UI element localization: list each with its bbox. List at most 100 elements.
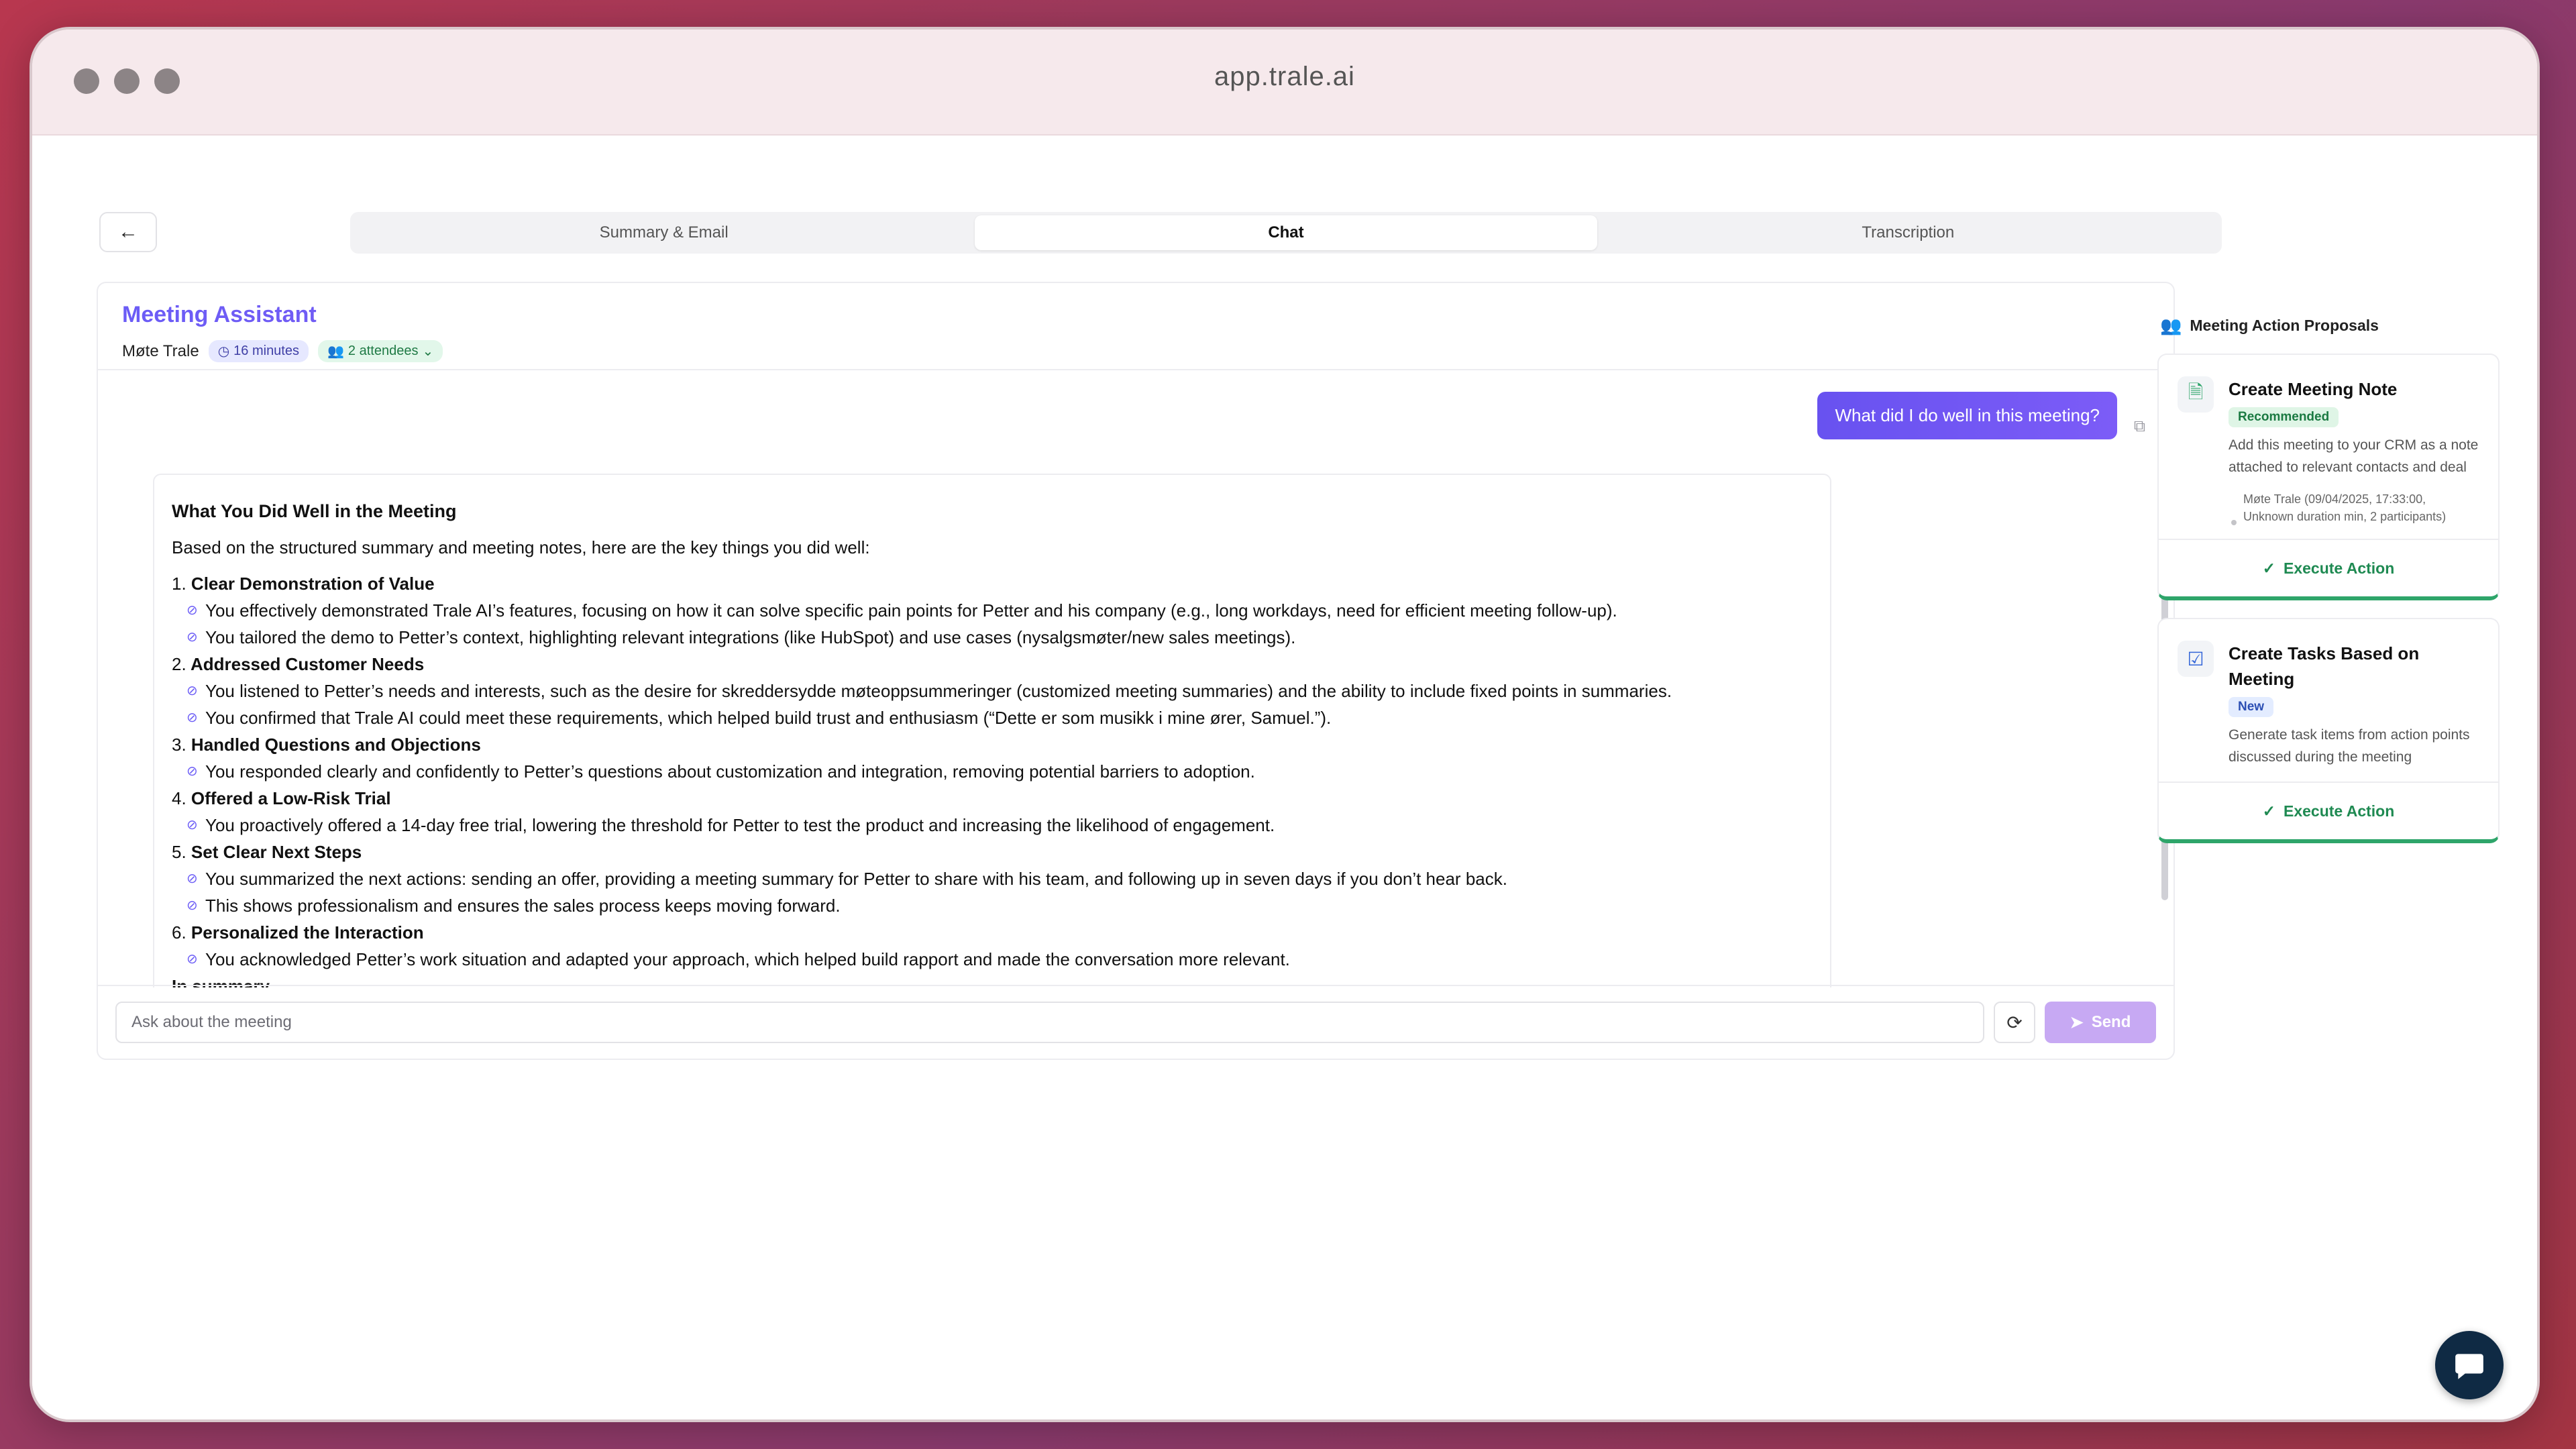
refresh-button[interactable]: ⟳ <box>1994 1002 2035 1043</box>
response-item-heading: Clear Demonstration of Value <box>191 574 435 594</box>
response-bullet: ⊘ You effectively demonstrated Trale AI’s… <box>172 597 1813 624</box>
chat-panel: Meeting Assistant Møte Trale ◷ 16 minute… <box>97 282 2175 1060</box>
card-description: Generate task items from action points d… <box>2229 727 2470 765</box>
recommended-badge: Recommended <box>2229 407 2339 427</box>
tab-summary-email[interactable]: Summary & Email <box>353 215 975 250</box>
bullet-icon: ⊘ <box>186 710 198 725</box>
send-icon: ➤ <box>2070 1013 2084 1032</box>
response-bullet-text: This shows professionalism and ensures t… <box>205 896 841 916</box>
response-bullet: ⊘ You listened to Petter’s needs and inte… <box>172 678 1813 704</box>
attendees-dropdown[interactable]: 👥 2 attendees ⌄ <box>318 340 443 362</box>
response-item-number: 6. <box>172 922 186 943</box>
chat-title: Meeting Assistant <box>122 302 2149 328</box>
support-chat-widget[interactable] <box>2435 1331 2504 1399</box>
document-icon: 🗎 <box>2178 376 2214 413</box>
arrow-left-icon: ← <box>118 221 138 243</box>
user-message: What did I do well in this meeting? <box>1817 392 2117 439</box>
execute-action-button[interactable]: ✓ Execute Action <box>2159 782 2498 839</box>
response-bullet: ⊘ You responded clearly and confidently t… <box>172 758 1813 785</box>
attendees-text: 2 attendees <box>347 343 419 358</box>
users-icon: 👥 <box>327 344 344 359</box>
response-bullet-text: You responded clearly and confidently to… <box>205 761 1255 782</box>
view-tabs: Summary & Email Chat Transcription <box>350 212 2222 254</box>
response-item-number: 5. <box>172 842 186 862</box>
bullet-icon: ⊘ <box>186 818 198 833</box>
app-content: ← Summary & Email Chat Transcription Mee… <box>32 136 2537 1419</box>
response-item-heading: Personalized the Interaction <box>191 922 424 943</box>
meeting-name: Møte Trale <box>122 341 199 360</box>
response-bullet-text: You effectively demonstrated Trale AI’s … <box>205 600 1617 621</box>
bullet-icon: ⊘ <box>186 764 198 779</box>
response-item-number: 2. <box>172 654 186 674</box>
response-bullet: ⊘ You tailored the demo to Petter’s conte… <box>172 624 1813 651</box>
response-item-heading: Set Clear Next Steps <box>191 842 362 862</box>
response-item-heading: Handled Questions and Objections <box>191 735 481 755</box>
response-bullet-text: You confirmed that Trale AI could meet t… <box>205 708 1332 728</box>
response-title: What You Did Well in the Meeting <box>172 501 457 521</box>
response-bullet-text: You summarized the next actions: sending… <box>205 869 1507 889</box>
response-bullet-text: You tailored the demo to Petter’s contex… <box>205 627 1296 647</box>
response-bullet: ⊘ You proactively offered a 14-day free t… <box>172 812 1813 839</box>
execute-action-button[interactable]: ✓ Execute Action <box>2159 539 2498 596</box>
send-label: Send <box>2091 1013 2131 1031</box>
chat-bubble-icon <box>2455 1354 2483 1379</box>
response-items: 1. Clear Demonstration of Value ⊘ You effe… <box>172 570 1813 973</box>
chevron-down-icon: ⌄ <box>422 344 434 359</box>
action-proposals-header: 👥 Meeting Action Proposals <box>2157 315 2500 336</box>
response-bullet-text: You listened to Petter’s needs and inter… <box>205 681 1672 701</box>
browser-window: app.trale.ai ← Summary & Email Chat Tran… <box>30 27 2540 1422</box>
tab-transcription[interactable]: Transcription <box>1597 215 2219 250</box>
response-item-number: 4. <box>172 788 186 808</box>
meeting-meta: Møte Trale ◷ 16 minutes 👥 2 attendees ⌄ <box>122 340 2149 362</box>
action-card-meeting-note: 🗎 Create Meeting Note Recommended Add th… <box>2157 354 2500 600</box>
response-bullet-text: You acknowledged Petter’s work situation… <box>205 949 1290 969</box>
response-item-title: 6. Personalized the Interaction <box>172 919 1813 946</box>
response-bullet: ⊘ This shows professionalism and ensures … <box>172 892 1813 919</box>
action-proposals-title: Meeting Action Proposals <box>2190 317 2379 334</box>
chat-messages[interactable]: What did I do well in this meeting? ⧉ Wh… <box>98 370 2174 987</box>
tab-chat[interactable]: Chat <box>975 215 1597 250</box>
response-bullet: ⊘ You confirmed that Trale AI could meet … <box>172 704 1813 731</box>
copy-icon[interactable]: ⧉ <box>2134 417 2145 436</box>
chat-input-bar: ⟳ ➤ Send <box>98 985 2174 1059</box>
response-item-number: 3. <box>172 735 186 755</box>
duration-text: 16 minutes <box>233 343 299 358</box>
check-circle-icon: ✓ <box>2262 802 2275 820</box>
bullet-icon: ⊘ <box>186 684 198 698</box>
send-button[interactable]: ➤ Send <box>2045 1002 2156 1043</box>
chat-input[interactable] <box>115 1002 1984 1043</box>
duration-badge: ◷ 16 minutes <box>208 340 309 362</box>
response-bullet: ⊘ You summarized the next actions: sendin… <box>172 865 1813 892</box>
card-description: Add this meeting to your CRM as a note a… <box>2229 437 2479 475</box>
browser-titlebar: app.trale.ai <box>32 30 2537 136</box>
response-item-title: 2. Addressed Customer Needs <box>172 651 1813 678</box>
new-badge: New <box>2229 697 2274 717</box>
users-icon: 👥 <box>2160 315 2182 335</box>
response-item-heading: Addressed Customer Needs <box>190 654 425 674</box>
response-bullet-text: You proactively offered a 14-day free tr… <box>205 815 1275 835</box>
card-title: Create Tasks Based on Meeting <box>2229 643 2420 689</box>
clock-icon: ◷ <box>217 344 230 359</box>
address-bar-url[interactable]: app.trale.ai <box>32 62 2537 92</box>
response-intro: Based on the structured summary and meet… <box>172 537 870 557</box>
execute-action-label: Execute Action <box>2283 559 2395 577</box>
card-title: Create Meeting Note <box>2229 379 2398 399</box>
response-item-title: 1. Clear Demonstration of Value <box>172 570 1813 597</box>
bullet-icon: ⊘ <box>186 871 198 886</box>
action-proposals-panel: 👥 Meeting Action Proposals 🗎 Create Meet… <box>2157 315 2500 861</box>
response-item-title: 4. Offered a Low-Risk Trial <box>172 785 1813 812</box>
back-button[interactable]: ← <box>99 212 157 252</box>
refresh-icon: ⟳ <box>2006 1012 2023 1033</box>
action-card-create-tasks: ☑ Create Tasks Based on Meeting New Gene… <box>2157 618 2500 843</box>
bullet-icon: ⊘ <box>186 952 198 967</box>
bullet-icon: ⊘ <box>186 898 198 913</box>
response-item-heading: Offered a Low-Risk Trial <box>191 788 391 808</box>
card-meta: Møte Trale (09/04/2025, 17:33:00, Unknow… <box>2229 490 2479 525</box>
check-circle-icon: ✓ <box>2262 559 2275 577</box>
response-item-title: 5. Set Clear Next Steps <box>172 839 1813 865</box>
chat-header: Meeting Assistant Møte Trale ◷ 16 minute… <box>98 283 2174 370</box>
bullet-icon: ⊘ <box>186 603 198 618</box>
checkbox-icon: ☑ <box>2178 641 2214 677</box>
response-bullet: ⊘ You acknowledged Petter’s work situatio… <box>172 946 1813 973</box>
response-item-number: 1. <box>172 574 186 594</box>
